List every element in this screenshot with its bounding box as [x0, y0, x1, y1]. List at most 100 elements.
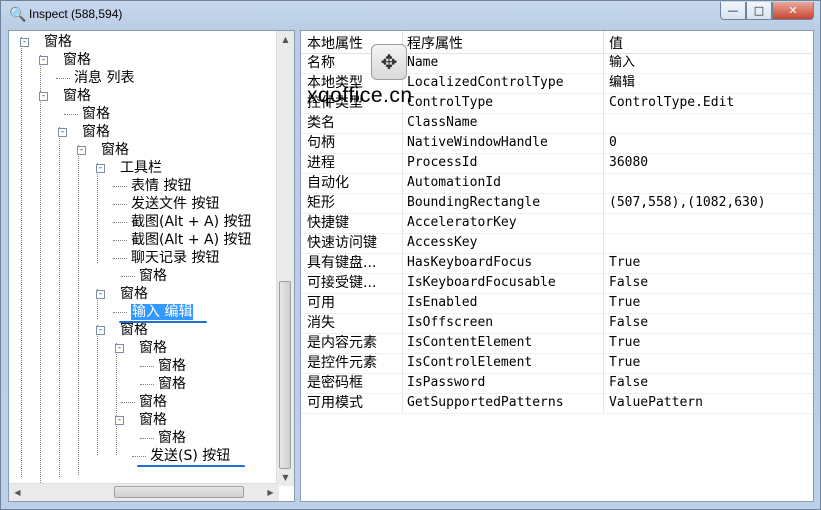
property-row[interactable]: 类名 ClassName [301, 113, 813, 134]
property-row[interactable]: 快速访问键 AccessKey [301, 233, 813, 254]
move-arrows-icon[interactable]: ✥ [371, 44, 407, 80]
program-property-cell: AccessKey [407, 235, 478, 250]
scroll-thumb[interactable] [279, 281, 291, 469]
tree-connector [59, 127, 60, 477]
scroll-up-icon[interactable]: ▲ [277, 31, 294, 48]
highlight-underline [119, 321, 207, 323]
tree-expand-toggle[interactable]: - [39, 92, 48, 101]
property-row[interactable]: 矩形 BoundingRectangle (507,558),(1082,630) [301, 193, 813, 214]
value-cell: True [609, 335, 641, 350]
tree-expand-toggle[interactable]: - [20, 38, 29, 47]
tree-node[interactable]: 消息 列表 [74, 69, 134, 87]
header-local-property[interactable]: 本地属性 [307, 33, 363, 53]
value-cell: 0 [609, 135, 617, 150]
local-property-cell: 类名 [307, 115, 335, 131]
local-property-cell: 矩形 [307, 195, 335, 211]
property-row[interactable]: 自动化 AutomationId [301, 173, 813, 194]
tree-node[interactable]: 窗格 [82, 123, 110, 141]
tree-node[interactable]: 截图(Alt + A) 按钮 [131, 231, 252, 249]
scroll-left-icon[interactable]: ◀ [9, 484, 26, 501]
local-property-cell: 快速访问键 [307, 235, 377, 251]
header-program-property[interactable]: 程序属性 [407, 33, 463, 53]
tree-expand-toggle[interactable]: - [96, 164, 105, 173]
tree-connector [56, 78, 70, 79]
tree-node[interactable]: 窗格 [63, 87, 91, 105]
inspect-window: 🔍 Inspect (588,594) — □ ✕ - 窗格 - 窗格 消息 列表 - 窗格… [0, 0, 821, 510]
scroll-down-icon[interactable]: ▼ [277, 469, 294, 486]
tree-node[interactable]: 窗格 [139, 393, 167, 411]
tree-node[interactable]: 窗格 [139, 339, 167, 357]
tree-expand-toggle[interactable]: - [77, 146, 86, 155]
tree-connector [64, 114, 78, 115]
inspect-magnifier-icon: 🔍 [9, 7, 27, 23]
tree-node[interactable]: 窗格 [101, 141, 129, 159]
program-property-cell: NativeWindowHandle [407, 135, 548, 150]
property-row[interactable]: 进程 ProcessId 36080 [301, 153, 813, 174]
header-value[interactable]: 值 [609, 33, 623, 53]
tree-expand-toggle[interactable]: - [115, 344, 124, 353]
tree-node[interactable]: 窗格 [139, 411, 167, 429]
tree-expand-toggle[interactable]: - [115, 416, 124, 425]
property-row[interactable]: 可用模式 GetSupportedPatterns ValuePattern [301, 393, 813, 414]
tree-node[interactable]: 窗格 [63, 51, 91, 69]
property-row[interactable]: 句柄 NativeWindowHandle 0 [301, 133, 813, 154]
close-button[interactable]: ✕ [772, 2, 814, 20]
value-cell: False [609, 275, 649, 290]
tree-expand-toggle[interactable]: - [39, 56, 48, 65]
property-row[interactable]: 可接受键... IsKeyboardFocusable False [301, 273, 813, 294]
local-property-cell: 进程 [307, 155, 335, 171]
local-property-cell: 消失 [307, 315, 335, 331]
title-bar[interactable]: 🔍 Inspect (588,594) — □ ✕ [1, 1, 820, 31]
tree-node[interactable]: 窗格 [82, 105, 110, 123]
tree-horizontal-scrollbar[interactable]: ◀ ▶ [9, 483, 279, 501]
maximize-button[interactable]: □ [746, 2, 772, 20]
program-property-cell: AutomationId [407, 175, 501, 190]
program-property-cell: IsOffscreen [407, 315, 494, 330]
property-row[interactable]: 具有键盘... HasKeyboardFocus True [301, 253, 813, 274]
minimize-button[interactable]: — [720, 2, 746, 20]
tree-connector [113, 186, 127, 187]
tree-node-selected[interactable]: 输入 编辑 [131, 303, 194, 321]
tree-connector [113, 204, 127, 205]
local-property-cell: 是内容元素 [307, 335, 377, 351]
tree-node[interactable]: 窗格 [158, 429, 186, 447]
local-property-cell: 自动化 [307, 175, 349, 191]
tree-node[interactable]: 窗格 [139, 267, 167, 285]
tree-node[interactable]: 窗格 [120, 321, 148, 339]
tree-node[interactable]: 表情 按钮 [131, 177, 191, 195]
local-property-cell: 可用 [307, 295, 335, 311]
property-row[interactable]: 可用 IsEnabled True [301, 293, 813, 314]
tree-node[interactable]: 工具栏 [120, 159, 162, 177]
program-property-cell: ClassName [407, 115, 478, 130]
tree-connector [121, 402, 135, 403]
property-row[interactable]: 是内容元素 IsContentElement True [301, 333, 813, 354]
property-row[interactable]: 是密码框 IsPassword False [301, 373, 813, 394]
property-row[interactable]: 快捷键 AcceleratorKey [301, 213, 813, 234]
tree-node[interactable]: 发送文件 按钮 [131, 195, 219, 213]
tree-expand-toggle[interactable]: - [96, 326, 105, 335]
column-divider [603, 53, 604, 413]
tree-node[interactable]: 窗格 [158, 375, 186, 393]
tree-connector [140, 366, 154, 367]
tree-expand-toggle[interactable]: - [96, 290, 105, 299]
value-cell: False [609, 315, 649, 330]
tree-vertical-scrollbar[interactable]: ▲ ▼ [276, 31, 294, 486]
tree-node[interactable]: 窗格 [120, 285, 148, 303]
local-property-cell: 可接受键... [307, 275, 377, 291]
value-cell: (507,558),(1082,630) [609, 195, 766, 210]
property-row[interactable]: 是控件元素 IsControlElement True [301, 353, 813, 374]
tree-node[interactable]: 聊天记录 按钮 [131, 249, 219, 267]
scroll-right-icon[interactable]: ▶ [262, 484, 279, 501]
scroll-thumb[interactable] [114, 486, 244, 498]
tree-connector [78, 145, 79, 475]
tree-node[interactable]: 发送(S) 按钮 [150, 447, 230, 465]
tree-node[interactable]: 截图(Alt + A) 按钮 [131, 213, 252, 231]
tree-expand-toggle[interactable]: - [58, 128, 67, 137]
tree-connector [140, 384, 154, 385]
tree-node[interactable]: 窗格 [158, 357, 186, 375]
value-cell: False [609, 375, 649, 390]
tree-node[interactable]: 窗格 [44, 33, 72, 51]
property-row[interactable]: 消失 IsOffscreen False [301, 313, 813, 334]
element-tree[interactable]: - 窗格 - 窗格 消息 列表 - 窗格 窗格 - 窗格 - 窗格 - 工具栏 表情 按钮 发送文件 按钮 截图… [8, 30, 295, 502]
program-property-cell: IsControlElement [407, 355, 533, 370]
